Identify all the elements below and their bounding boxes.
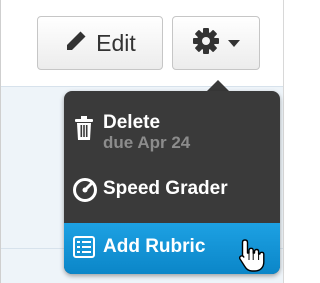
menu-item-speed-grader[interactable]: Speed Grader xyxy=(64,169,280,215)
gear-icon xyxy=(192,27,220,60)
menu-item-speed-grader-label: Speed Grader xyxy=(103,178,228,199)
menu-item-add-rubric-label: Add Rubric xyxy=(103,236,206,257)
caret-down-icon xyxy=(228,39,240,47)
gauge-icon xyxy=(72,177,98,209)
rubric-icon xyxy=(72,235,96,265)
menu-item-delete-label: Delete xyxy=(103,112,161,133)
pencil-icon xyxy=(64,29,88,58)
edit-button-label: Edit xyxy=(96,29,136,56)
edit-button[interactable]: Edit xyxy=(37,16,163,70)
hand-cursor-icon xyxy=(236,238,268,279)
settings-dropdown-button[interactable] xyxy=(172,16,260,70)
menu-item-delete[interactable]: Delete due Apr 24 xyxy=(64,91,280,169)
menu-item-delete-due-date: due Apr 24 xyxy=(103,133,191,152)
trash-icon xyxy=(72,115,96,147)
frame-right-border xyxy=(283,0,284,283)
